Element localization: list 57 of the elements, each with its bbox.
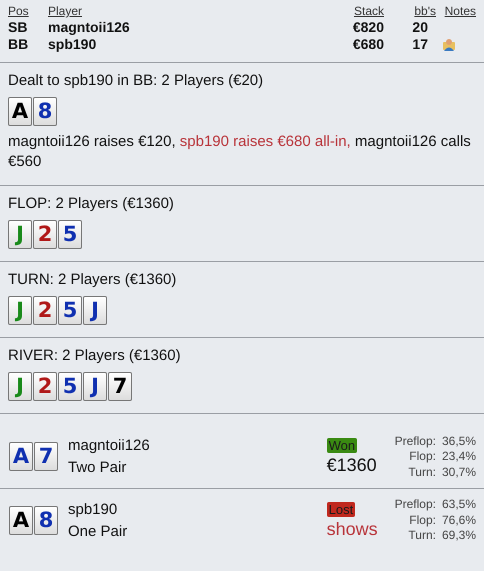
column-header[interactable]: bb's [414, 4, 436, 18]
playing-card: A [9, 506, 33, 536]
hand-rank: Two Pair [68, 458, 128, 478]
equity-value: 63,5% [442, 497, 476, 513]
table-cell: spb190 [48, 36, 96, 52]
playing-card: 8 [34, 506, 58, 536]
player-name: spb190 [68, 500, 118, 520]
equity-label: Flop: [409, 512, 436, 528]
street-title: RIVER: 2 Players (€1360) [8, 346, 182, 364]
equity-value: 23,4% [442, 449, 476, 465]
equity-label: Turn: [408, 528, 436, 544]
table-cell: SB [8, 19, 28, 35]
playing-card: 5 [58, 372, 82, 400]
equity-label: Turn: [408, 464, 436, 480]
table-cell: BB [8, 36, 28, 52]
column-header[interactable]: Notes [444, 4, 476, 18]
table-cell: €680 [352, 36, 384, 52]
table-cell: €820 [352, 19, 384, 35]
column-header[interactable]: Stack [354, 4, 384, 18]
equity-label: Flop: [409, 449, 436, 465]
playing-card: 5 [58, 296, 82, 324]
playing-card: 2 [33, 296, 57, 324]
equity-value: 76,6% [442, 512, 476, 528]
equity-value: 30,7% [442, 464, 476, 480]
playing-card: J [8, 220, 32, 248]
equity-label: Preflop: [394, 434, 436, 450]
playing-card: 7 [34, 442, 58, 472]
outcome-amount: €1360 [326, 454, 377, 476]
playing-card: J [83, 372, 107, 400]
column-header[interactable]: Player [48, 4, 82, 18]
playing-card: A [9, 442, 33, 472]
person-note-icon[interactable] [442, 37, 456, 51]
action-text: magntoii126 raises €120, spb190 raises €680 all-in, magntoii126 calls €560 [8, 132, 472, 172]
table-cell: magntoii126 [48, 19, 130, 35]
playing-card: 5 [58, 220, 82, 248]
street-title: Dealt to spb190 in BB: 2 Players (€20) [8, 72, 264, 89]
equity-label: Preflop: [394, 497, 436, 513]
column-header[interactable]: Pos [8, 4, 29, 18]
playing-card: J [8, 296, 32, 324]
outcome-badge: Won [326, 438, 358, 453]
street-title: TURN: 2 Players (€1360) [8, 270, 178, 288]
table-cell: 17 [412, 36, 428, 52]
equity-value: 36,5% [442, 434, 476, 450]
outcome-amount: shows [326, 518, 378, 540]
player-name: magntoii126 [68, 436, 151, 456]
playing-card: J [83, 296, 107, 324]
street-title: FLOP: 2 Players (€1360) [8, 194, 175, 212]
outcome-badge: Lost [326, 502, 356, 517]
playing-card: 2 [33, 372, 57, 400]
playing-card: A [8, 97, 32, 126]
playing-card: 8 [33, 97, 57, 126]
playing-card: 7 [108, 372, 132, 400]
table-cell: 20 [412, 19, 428, 35]
equity-value: 69,3% [442, 528, 476, 544]
playing-card: J [8, 372, 32, 400]
hand-rank: One Pair [68, 522, 128, 542]
playing-card: 2 [33, 220, 57, 248]
